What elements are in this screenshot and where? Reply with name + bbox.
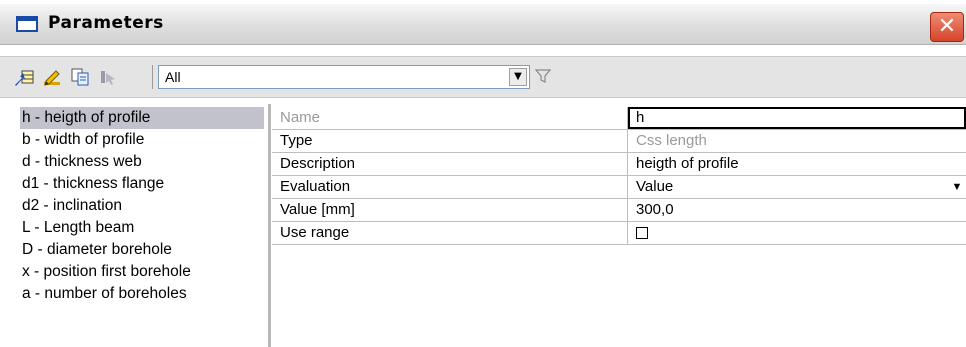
pencil-edit-icon[interactable] bbox=[42, 67, 62, 87]
list-item[interactable]: a - number of boreholes bbox=[20, 283, 264, 305]
list-item[interactable]: b - width of profile bbox=[20, 129, 264, 151]
list-item[interactable]: d1 - thickness flange bbox=[20, 173, 264, 195]
filter-selected-value: All bbox=[165, 69, 181, 85]
cursor-disabled-icon[interactable] bbox=[98, 67, 118, 87]
type-value: Css length bbox=[636, 132, 707, 149]
property-label: Use range bbox=[272, 222, 628, 244]
use-range-checkbox[interactable] bbox=[636, 227, 648, 239]
property-row-type: Type Css length bbox=[272, 130, 966, 153]
list-item[interactable]: x - position first borehole bbox=[20, 261, 264, 283]
property-row-evaluation: Evaluation Value ▼ bbox=[272, 176, 966, 199]
list-item[interactable]: L - Length beam bbox=[20, 217, 264, 239]
property-row-value: Value [mm] 300,0 bbox=[272, 199, 966, 222]
window-icon bbox=[16, 16, 38, 32]
arrow-into-table-icon[interactable] bbox=[14, 67, 34, 87]
property-row-description: Description heigth of profile bbox=[272, 153, 966, 176]
list-item[interactable]: d - thickness web bbox=[20, 151, 264, 173]
property-row-use-range: Use range bbox=[272, 222, 966, 245]
property-label: Description bbox=[272, 153, 628, 175]
evaluation-selected-value: Value bbox=[636, 178, 674, 195]
toolbar-separator bbox=[152, 65, 153, 89]
list-item[interactable]: h - heigth of profile bbox=[20, 107, 264, 129]
list-item[interactable]: D - diameter borehole bbox=[20, 239, 264, 261]
copy-table-icon[interactable] bbox=[70, 67, 90, 87]
filter-select[interactable]: All ▼ bbox=[158, 65, 530, 89]
toolbar: All ▼ bbox=[0, 56, 966, 98]
parameters-window: Parameters ✕ All ▼ h - heigth of profile… bbox=[0, 0, 966, 347]
chevron-down-icon[interactable]: ▼ bbox=[509, 68, 527, 86]
value-field[interactable]: 300,0 bbox=[628, 199, 966, 221]
use-range-cell bbox=[628, 222, 966, 244]
parameter-list: h - heigth of profile b - width of profi… bbox=[16, 107, 268, 347]
list-item[interactable]: d2 - inclination bbox=[20, 195, 264, 217]
title-bar[interactable]: Parameters ✕ bbox=[0, 4, 966, 45]
property-label: Value [mm] bbox=[272, 199, 628, 221]
evaluation-select[interactable]: Value ▼ bbox=[628, 176, 966, 198]
funnel-filter-icon[interactable] bbox=[534, 68, 552, 84]
property-label: Evaluation bbox=[272, 176, 628, 198]
property-label: Name bbox=[272, 107, 628, 129]
property-label: Type bbox=[272, 130, 628, 152]
panel-splitter[interactable] bbox=[268, 104, 271, 347]
property-row-name: Name h bbox=[272, 107, 966, 130]
window-title: Parameters bbox=[48, 13, 164, 33]
description-field[interactable]: heigth of profile bbox=[628, 153, 966, 175]
chevron-down-icon[interactable]: ▼ bbox=[948, 178, 966, 196]
name-field[interactable]: h bbox=[628, 107, 966, 129]
close-button[interactable]: ✕ bbox=[930, 12, 964, 42]
